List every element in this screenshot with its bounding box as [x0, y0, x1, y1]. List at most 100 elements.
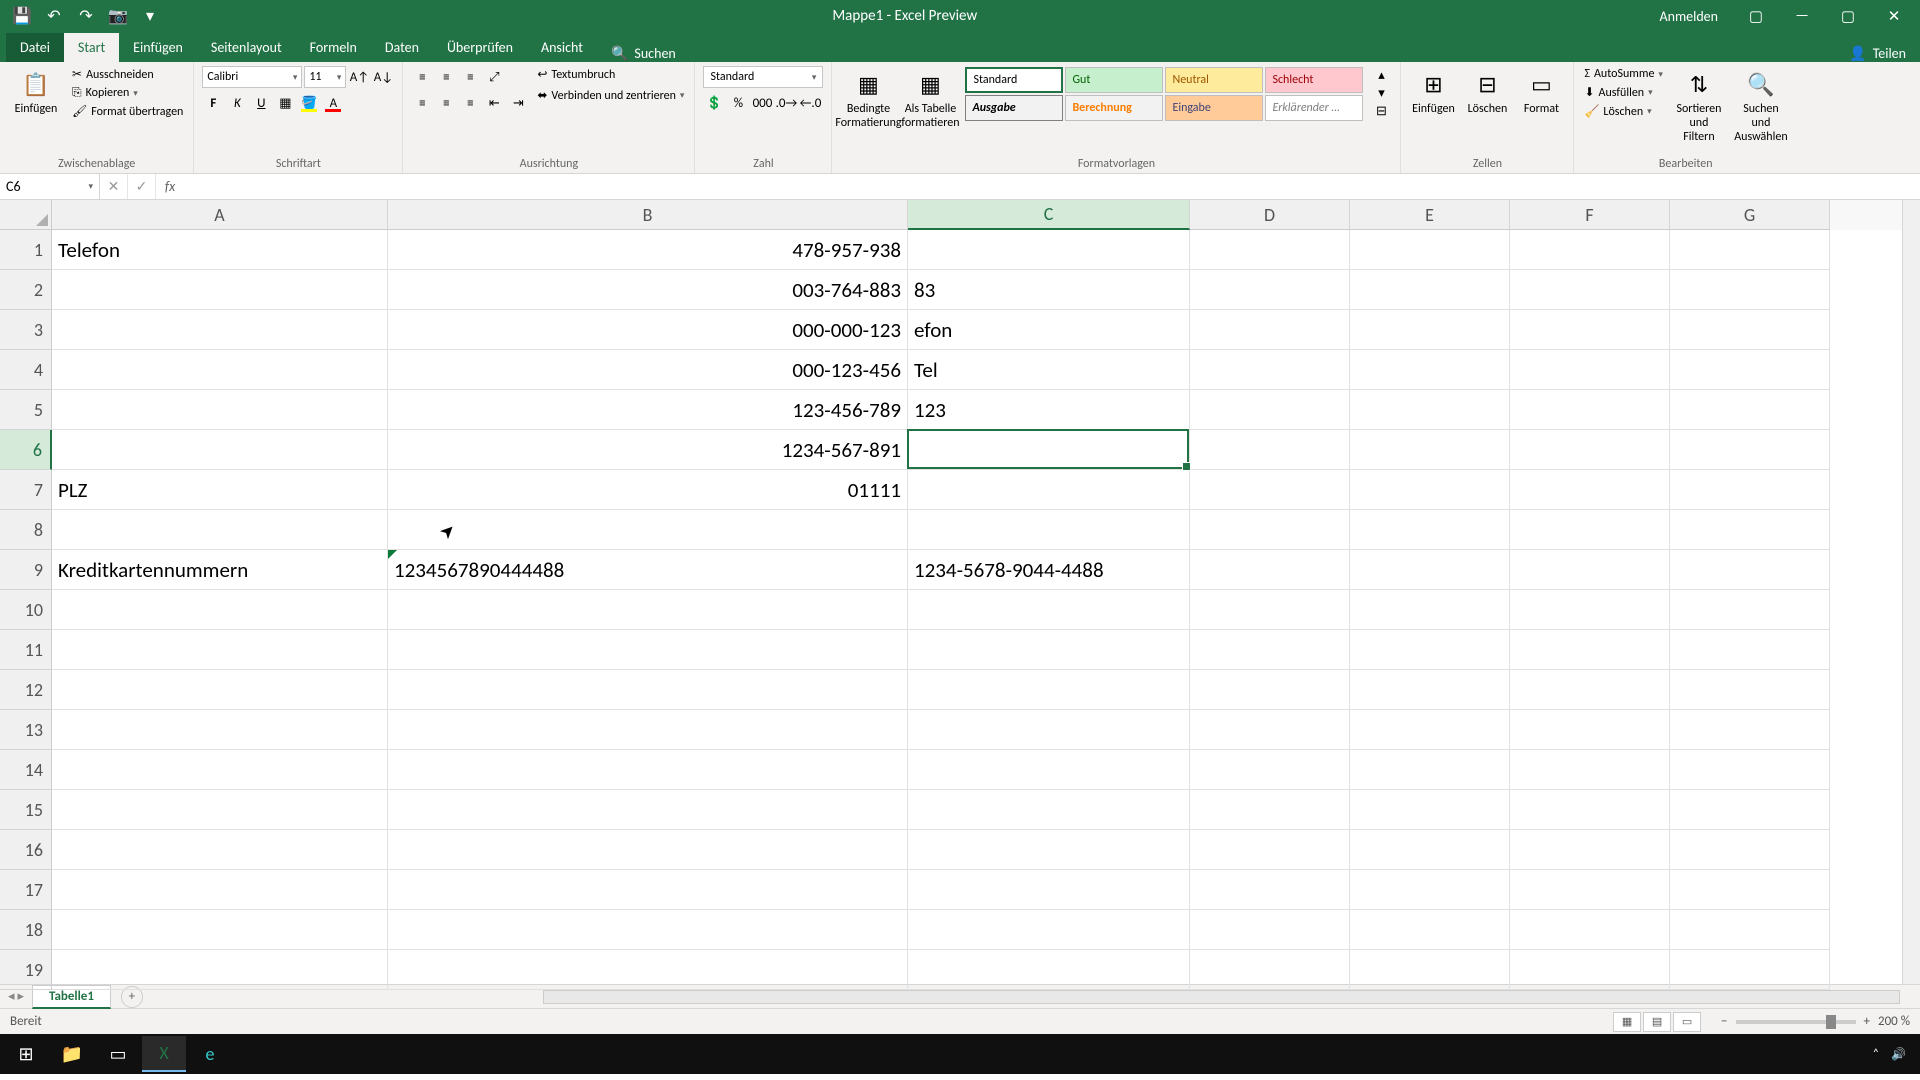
format-as-table-button[interactable]: ▦Als Tabelle formatieren [902, 66, 958, 130]
enter-formula-icon[interactable]: ✓ [128, 174, 156, 199]
maximize-icon[interactable]: ▢ [1826, 0, 1870, 32]
task-view-icon[interactable]: ▭ [96, 1036, 140, 1072]
undo-icon[interactable]: ↶ [40, 2, 68, 30]
cell[interactable] [908, 430, 1190, 470]
italic-button[interactable]: K [226, 92, 248, 114]
font-name-selector[interactable]: Calibri▾ [202, 66, 302, 88]
align-bottom-icon[interactable]: ≡ [459, 66, 481, 88]
file-explorer-icon[interactable]: 📁 [50, 1036, 94, 1072]
cell[interactable]: Kreditkartennummern [52, 550, 388, 590]
cell[interactable] [388, 870, 908, 910]
cell[interactable] [908, 670, 1190, 710]
cell[interactable] [1350, 270, 1510, 310]
cell[interactable] [1190, 630, 1350, 670]
row-header[interactable]: 9 [0, 550, 52, 590]
row-header[interactable]: 18 [0, 910, 52, 950]
fill-color-button[interactable]: 🪣 [298, 92, 320, 114]
format-painter-button[interactable]: 🖌Format übertragen [70, 103, 185, 120]
cell[interactable] [1670, 750, 1830, 790]
edge-taskbar-icon[interactable]: e [188, 1036, 232, 1072]
wrap-text-button[interactable]: ↩Textumbruch [535, 66, 686, 83]
cell[interactable]: 478-957-938 [388, 230, 908, 270]
worksheet-grid[interactable]: ABCDEFG 12345678910111213141516171819 Te… [0, 200, 1920, 984]
cell[interactable] [908, 470, 1190, 510]
cell[interactable] [52, 590, 388, 630]
cell[interactable] [1190, 550, 1350, 590]
cell[interactable] [1350, 750, 1510, 790]
cell[interactable]: 000-123-456 [388, 350, 908, 390]
cell[interactable] [52, 790, 388, 830]
cell[interactable] [1190, 830, 1350, 870]
camera-icon[interactable]: 📷 [104, 2, 132, 30]
style-schlecht[interactable]: Schlecht [1265, 67, 1363, 93]
cell[interactable] [1670, 430, 1830, 470]
cell[interactable] [52, 510, 388, 550]
cell[interactable] [908, 590, 1190, 630]
cell[interactable] [1350, 230, 1510, 270]
cell[interactable] [52, 710, 388, 750]
cell[interactable] [1350, 390, 1510, 430]
cell[interactable] [1510, 390, 1670, 430]
cell[interactable]: efon [908, 310, 1190, 350]
cell[interactable] [1190, 470, 1350, 510]
cell[interactable]: 1234567890444488 [388, 550, 908, 590]
cell[interactable] [1670, 510, 1830, 550]
cell[interactable] [1190, 870, 1350, 910]
cell[interactable] [908, 710, 1190, 750]
cell[interactable] [1190, 230, 1350, 270]
cell[interactable] [1670, 350, 1830, 390]
cell[interactable] [52, 830, 388, 870]
paste-button[interactable]: 📋 Einfügen [8, 66, 64, 116]
cell[interactable] [908, 950, 1190, 990]
cell[interactable] [1190, 950, 1350, 990]
column-header[interactable]: G [1670, 200, 1830, 230]
zoom-out-button[interactable]: − [1721, 1014, 1727, 1029]
tab-insert[interactable]: Einfügen [119, 33, 197, 62]
cell[interactable] [1510, 830, 1670, 870]
style-neutral[interactable]: Neutral [1165, 67, 1263, 93]
row-header[interactable]: 11 [0, 630, 52, 670]
sheet-nav[interactable]: ◂ ▸ [0, 989, 32, 1004]
cell[interactable] [1190, 310, 1350, 350]
cell[interactable] [1510, 670, 1670, 710]
sort-filter-button[interactable]: ⇅Sortieren und Filtern [1671, 66, 1727, 144]
cell[interactable] [1350, 910, 1510, 950]
cell[interactable] [1670, 590, 1830, 630]
start-menu-icon[interactable]: ⊞ [4, 1036, 48, 1072]
cell[interactable] [1190, 790, 1350, 830]
increase-decimal-icon[interactable]: .0→ [775, 92, 797, 114]
close-icon[interactable]: ✕ [1872, 0, 1916, 32]
cell[interactable] [1510, 230, 1670, 270]
cell[interactable] [52, 750, 388, 790]
styles-down-icon[interactable]: ▾ [1370, 84, 1392, 102]
cell[interactable] [1190, 270, 1350, 310]
cell[interactable] [388, 670, 908, 710]
cell[interactable] [388, 910, 908, 950]
cell[interactable] [1510, 310, 1670, 350]
orientation-icon[interactable]: ⤢ [483, 66, 505, 88]
font-size-selector[interactable]: 11▾ [304, 66, 346, 88]
merge-center-button[interactable]: ⬌Verbinden und zentrieren▾ [535, 87, 686, 104]
ribbon-options-icon[interactable]: ▢ [1734, 0, 1778, 32]
tab-formulas[interactable]: Formeln [296, 33, 371, 62]
row-header[interactable]: 15 [0, 790, 52, 830]
cell[interactable] [1350, 790, 1510, 830]
cell[interactable]: 123 [908, 390, 1190, 430]
cell[interactable] [908, 790, 1190, 830]
conditional-formatting-button[interactable]: ▦Bedingte Formatierung [840, 66, 896, 130]
cell[interactable] [1510, 750, 1670, 790]
cell[interactable] [1510, 550, 1670, 590]
tab-view[interactable]: Ansicht [527, 33, 597, 62]
row-header[interactable]: 7 [0, 470, 52, 510]
cell[interactable] [1190, 590, 1350, 630]
accounting-icon[interactable]: 💲 [703, 92, 725, 114]
style-berechnung[interactable]: Berechnung [1065, 95, 1163, 121]
cell[interactable] [1350, 310, 1510, 350]
number-format-selector[interactable]: Standard▾ [703, 66, 823, 88]
search-box[interactable]: 🔍 Suchen [597, 45, 690, 62]
format-cells-button[interactable]: ▭Format [1517, 66, 1565, 116]
column-header[interactable]: E [1350, 200, 1510, 230]
cell[interactable] [388, 630, 908, 670]
row-header[interactable]: 14 [0, 750, 52, 790]
share-button[interactable]: 👤 Teilen [1835, 45, 1920, 62]
